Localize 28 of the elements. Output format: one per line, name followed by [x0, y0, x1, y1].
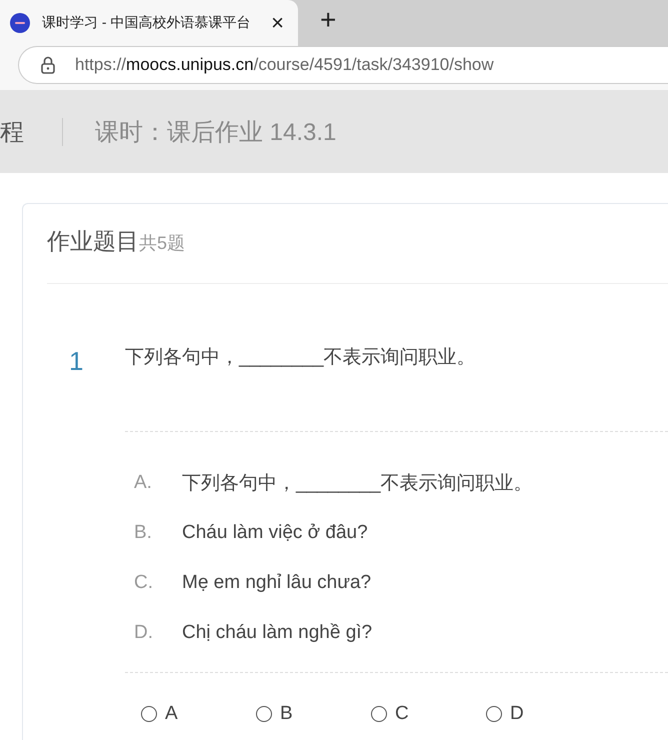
- course-crumb[interactable]: 程: [0, 116, 24, 148]
- choice-letter: A.: [134, 472, 153, 494]
- radio-button[interactable]: [256, 706, 272, 722]
- radio-button[interactable]: [141, 706, 157, 722]
- answer-label[interactable]: A: [165, 703, 178, 725]
- question-text: 下列各句中，________不表示询问职业。: [125, 346, 476, 370]
- choice-text: Mẹ em nghỉ lâu chưa?: [182, 572, 372, 594]
- new-tab-button[interactable]: +: [316, 4, 340, 36]
- url-text: https://moocs.unipus.cn/course/4591/task/343910/show: [75, 55, 494, 75]
- card-title: 作业题目: [47, 227, 139, 256]
- choice-letter: B.: [134, 522, 153, 544]
- question-count: 共5题: [139, 232, 186, 255]
- answer-label[interactable]: B: [280, 703, 293, 725]
- choice-text: Cháu làm việc ở đâu?: [182, 522, 368, 544]
- choice-text: Chị cháu làm nghề gì?: [182, 622, 372, 644]
- question-number: 1: [69, 346, 84, 377]
- lock-icon: [41, 56, 55, 74]
- address-bar[interactable]: https://moocs.unipus.cn/course/4591/task/343910/show: [18, 46, 668, 84]
- radio-button[interactable]: [371, 706, 387, 722]
- choice-letter: D.: [134, 622, 154, 644]
- choice-letter: C.: [134, 572, 154, 594]
- browser-tab[interactable]: 课时学习 - 中国高校外语慕课平台 ×: [0, 0, 298, 46]
- close-button[interactable]: ×: [267, 12, 288, 34]
- radio-button[interactable]: [486, 706, 502, 722]
- answer-label[interactable]: C: [395, 703, 409, 725]
- choice-text: 下列各句中，________不表示询问职业。: [182, 472, 533, 496]
- answer-label[interactable]: D: [510, 703, 524, 725]
- lesson-title: 课时：课后作业 14.3.1: [95, 118, 336, 148]
